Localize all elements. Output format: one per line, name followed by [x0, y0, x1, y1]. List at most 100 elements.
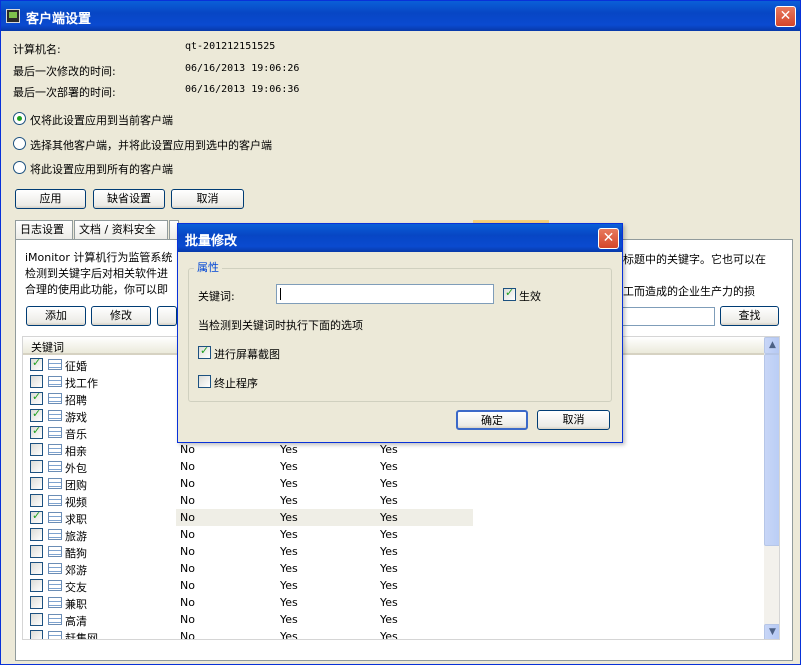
tab-document-security[interactable]: 文档 / 资料安全	[74, 220, 168, 240]
row-col3: Yes	[380, 477, 398, 490]
terminate-checkbox[interactable]	[198, 375, 211, 388]
table-icon	[48, 478, 62, 489]
radio-icon[interactable]	[13, 161, 26, 174]
radio-icon[interactable]	[13, 137, 26, 150]
row-col3: Yes	[380, 443, 398, 456]
row-checkbox[interactable]	[30, 390, 43, 405]
ok-button[interactable]: 确定	[456, 410, 528, 430]
table-row[interactable]: 高清 No Yes Yes	[23, 611, 764, 628]
tab-log-settings[interactable]: 日志设置	[15, 220, 73, 240]
row-checkbox[interactable]	[30, 494, 43, 507]
scroll-thumb[interactable]	[764, 354, 779, 546]
row-col3: Yes	[380, 596, 398, 609]
row-checkbox[interactable]	[30, 613, 43, 626]
table-icon	[48, 614, 62, 625]
row-checkbox[interactable]	[30, 424, 43, 439]
table-icon	[48, 631, 62, 639]
info-label: 最后一次修改的时间:	[13, 65, 116, 78]
table-row[interactable]: 团购 No Yes Yes	[23, 475, 764, 492]
row-col2: Yes	[280, 460, 298, 473]
row-col2: Yes	[280, 545, 298, 558]
hidden-toolbar-button[interactable]	[157, 306, 177, 326]
table-row[interactable]: 郊游 No Yes Yes	[23, 560, 764, 577]
row-checkbox[interactable]	[30, 630, 43, 639]
row-checkbox[interactable]	[30, 443, 43, 456]
row-col3: Yes	[380, 511, 398, 524]
table-icon	[48, 495, 62, 506]
row-col3: Yes	[380, 494, 398, 507]
search-button[interactable]: 查找	[720, 306, 779, 326]
vertical-scrollbar[interactable]: ▲ ▼	[764, 337, 779, 639]
row-checkbox[interactable]	[30, 528, 43, 541]
dialog-cancel-button[interactable]: 取消	[537, 410, 610, 430]
row-keyword: 求职	[65, 513, 87, 526]
info-label: 最后一次部署的时间:	[13, 86, 116, 99]
row-col1: No	[180, 630, 195, 640]
row-col1: No	[180, 511, 195, 524]
row-keyword: 找工作	[65, 377, 98, 390]
text-caret	[280, 288, 281, 300]
apply-button[interactable]: 应用	[15, 189, 86, 209]
title-bar[interactable]: 客户端设置 ✕	[1, 1, 800, 31]
row-keyword: 视频	[65, 496, 87, 509]
row-col2: Yes	[280, 528, 298, 541]
add-button[interactable]: 添加	[26, 306, 86, 326]
scroll-up-icon[interactable]: ▲	[764, 337, 779, 354]
column-header-keyword[interactable]: 关键词	[31, 339, 64, 355]
default-settings-button[interactable]: 缺省设置	[93, 189, 165, 209]
window-title: 客户端设置	[26, 12, 92, 27]
table-row[interactable]: 相亲 No Yes Yes	[23, 441, 764, 458]
table-row[interactable]: 交友 No Yes Yes	[23, 577, 764, 594]
table-row[interactable]: 旅游 No Yes Yes	[23, 526, 764, 543]
table-row[interactable]: 外包 No Yes Yes	[23, 458, 764, 475]
info-label: 计算机名:	[13, 43, 61, 56]
table-row[interactable]: 赶集网 No Yes Yes	[23, 628, 764, 640]
table-icon	[48, 512, 62, 523]
row-checkbox[interactable]	[30, 375, 43, 388]
keyword-input[interactable]	[276, 284, 494, 304]
row-checkbox[interactable]	[30, 509, 43, 524]
row-checkbox[interactable]	[30, 545, 43, 558]
row-keyword: 酷狗	[65, 547, 87, 560]
row-col2: Yes	[280, 477, 298, 490]
table-icon	[48, 393, 62, 404]
row-col2: Yes	[280, 494, 298, 507]
dialog-close-icon[interactable]: ✕	[598, 228, 619, 249]
row-col1: No	[180, 545, 195, 558]
dialog-title-bar[interactable]: 批量修改 ✕	[178, 224, 622, 252]
row-checkbox[interactable]	[30, 562, 43, 575]
row-checkbox[interactable]	[30, 596, 43, 609]
row-col2: Yes	[280, 596, 298, 609]
table-row[interactable]: 求职 No Yes Yes	[23, 509, 764, 526]
table-row[interactable]: 酷狗 No Yes Yes	[23, 543, 764, 560]
row-checkbox[interactable]	[30, 460, 43, 473]
radio-selected-icon[interactable]	[13, 112, 26, 125]
batch-edit-dialog: 批量修改 ✕ 属性 关键词: 生效 当检测到关键词时执行下面的选项 进行屏幕截图…	[177, 223, 623, 443]
row-col1: No	[180, 460, 195, 473]
table-row[interactable]: 兼职 No Yes Yes	[23, 594, 764, 611]
row-keyword: 郊游	[65, 564, 87, 577]
row-keyword: 赶集网	[65, 632, 98, 640]
row-checkbox[interactable]	[30, 407, 43, 422]
row-checkbox[interactable]	[30, 356, 43, 371]
row-checkbox[interactable]	[30, 579, 43, 592]
table-row[interactable]: 视频 No Yes Yes	[23, 492, 764, 509]
enable-label: 生效	[519, 290, 541, 303]
close-icon[interactable]: ✕	[775, 6, 796, 27]
when-detected-label: 当检测到关键词时执行下面的选项	[198, 319, 363, 332]
row-col1: No	[180, 613, 195, 626]
row-col2: Yes	[280, 443, 298, 456]
edit-button[interactable]: 修改	[91, 306, 151, 326]
row-col1: No	[180, 596, 195, 609]
screenshot-checkbox[interactable]	[198, 344, 211, 359]
row-col3: Yes	[380, 545, 398, 558]
radio-label: 将此设置应用到所有的客户端	[30, 163, 173, 176]
scroll-down-icon[interactable]: ▼	[764, 624, 779, 639]
row-checkbox[interactable]	[30, 477, 43, 490]
row-col2: Yes	[280, 579, 298, 592]
enable-checkbox[interactable]	[503, 286, 516, 301]
description-right-line: 工而造成的企业生产力的损	[623, 285, 755, 298]
row-highlight	[176, 509, 473, 526]
cancel-button[interactable]: 取消	[171, 189, 244, 209]
row-col1: No	[180, 443, 195, 456]
